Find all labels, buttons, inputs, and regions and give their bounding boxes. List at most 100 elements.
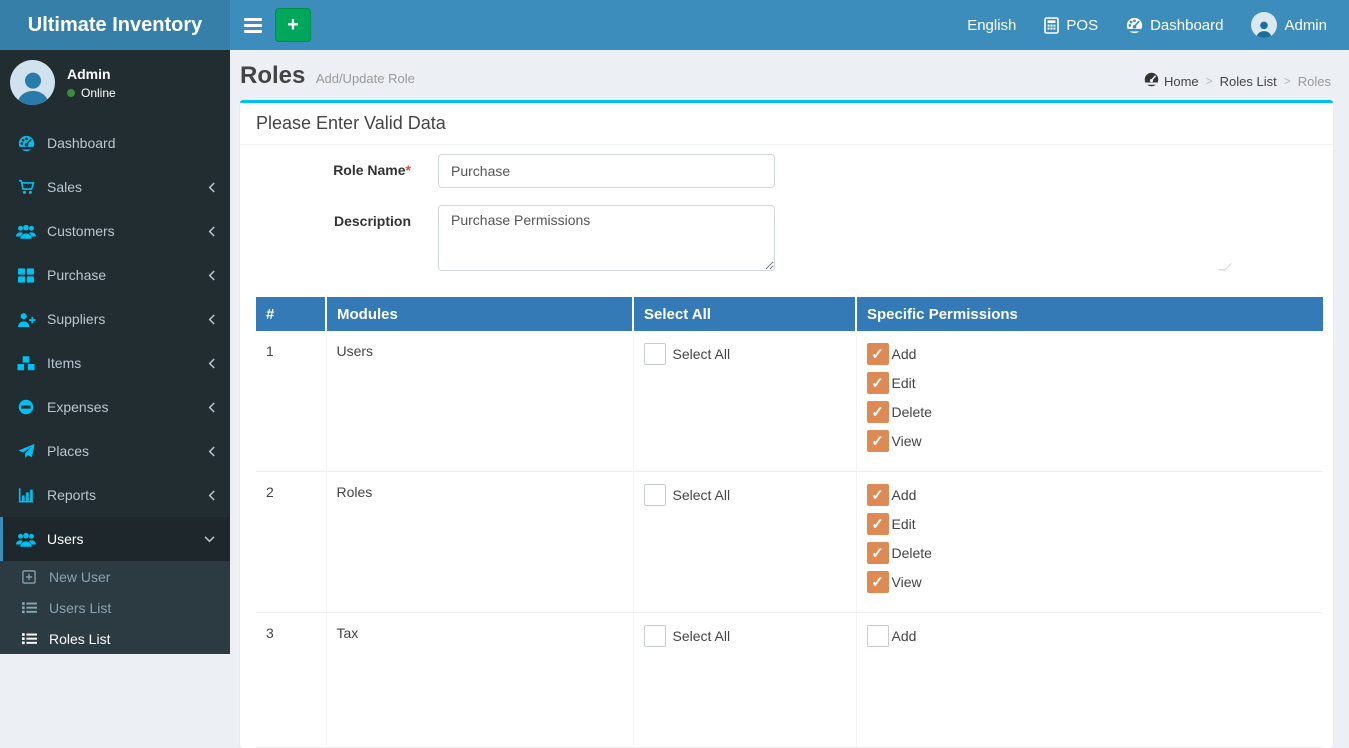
table-row: 3 Tax Select All Add (256, 612, 1323, 748)
language-menu[interactable]: English (953, 0, 1030, 50)
column-header-num: # (256, 297, 327, 331)
hamburger-icon (243, 17, 262, 21)
required-asterisk: * (405, 162, 411, 178)
permission-checkbox-add[interactable] (866, 625, 889, 647)
table-row: 1 Users Select All Add (256, 331, 1323, 472)
select-all-option: Select All (643, 484, 846, 506)
avatar (10, 60, 55, 105)
permission-option: View (866, 571, 1314, 593)
description-textarea[interactable]: Purchase Permissions (438, 205, 775, 271)
list-icon (22, 601, 40, 615)
select-all-checkbox[interactable] (643, 625, 666, 647)
permission-label: Add (891, 346, 917, 362)
app-logo[interactable]: Ultimate Inventory (0, 0, 230, 50)
list-icon (22, 632, 40, 646)
add-icon: + (287, 13, 299, 36)
plus-square-icon (22, 569, 40, 584)
roles-panel: Please Enter Valid Data Role Name* Descr… (240, 100, 1333, 748)
sidebar-item-expenses[interactable]: Expenses (0, 385, 230, 429)
permission-label: View (891, 433, 922, 449)
permission-option: Edit (866, 513, 1314, 535)
chevron-left-icon (207, 313, 216, 326)
content-header: Roles Add/Update Role Home > Roles List … (230, 50, 1349, 97)
permission-option: Add (866, 625, 1314, 647)
module-name: Roles (326, 471, 634, 613)
users-icon (15, 223, 37, 239)
sidebar-item-new-user[interactable]: New User (0, 561, 230, 592)
sidebar-item-label: Dashboard (47, 135, 116, 151)
permission-checkbox-delete[interactable] (866, 401, 889, 423)
table-header-row: # Modules Select All Specific Permission… (256, 297, 1323, 331)
breadcrumb-current: Roles (1297, 73, 1331, 89)
permission-option: Add (866, 343, 1314, 365)
sidebar-item-places[interactable]: Places (0, 429, 230, 473)
sidebar-item-suppliers[interactable]: Suppliers (0, 297, 230, 341)
sidebar-item-roles-list[interactable]: Roles List (0, 623, 230, 654)
breadcrumb-separator: > (1205, 74, 1213, 88)
sidebar-user-panel: Admin Online (0, 50, 230, 115)
chevron-left-icon (207, 445, 216, 458)
chevron-down-icon (203, 535, 216, 544)
dashboard-icon (1126, 17, 1143, 34)
sidebar-item-sales[interactable]: Sales (0, 165, 230, 209)
permission-option: View (866, 430, 1314, 452)
online-dot-icon (67, 88, 75, 97)
role-name-input[interactable] (438, 154, 775, 188)
permission-checkbox-add[interactable] (866, 484, 889, 506)
user-menu[interactable]: Admin (1237, 0, 1341, 50)
users-icon (15, 531, 37, 547)
permission-checkbox-add[interactable] (866, 343, 889, 365)
bar-chart-icon (15, 487, 37, 503)
chevron-left-icon (207, 489, 216, 502)
sidebar-item-label: Purchase (47, 267, 107, 283)
user-plus-icon (15, 311, 37, 327)
permission-checkbox-delete[interactable] (866, 542, 889, 564)
sidebar-user-status[interactable]: Online (67, 86, 116, 100)
permission-label: View (891, 574, 922, 590)
breadcrumb-roles-list[interactable]: Roles List (1220, 74, 1277, 89)
permission-checkbox-edit[interactable] (866, 513, 889, 535)
sidebar-item-users[interactable]: Users (0, 517, 230, 561)
chevron-left-icon (207, 357, 216, 370)
select-all-checkbox[interactable] (643, 484, 666, 506)
sidebar-item-label: Suppliers (47, 311, 106, 327)
select-all-checkbox[interactable] (643, 343, 666, 365)
sidebar-item-purchase[interactable]: Purchase (0, 253, 230, 297)
sidebar-item-users-list[interactable]: Users List (0, 592, 230, 623)
quick-add-button[interactable]: + (275, 8, 311, 42)
description-row: Description Purchase Permissions (240, 205, 1333, 276)
dashboard-icon (15, 135, 37, 151)
dashboard-icon (1144, 72, 1159, 90)
permission-checkbox-view[interactable] (866, 430, 889, 452)
submenu-item-label: New User (49, 568, 111, 585)
sidebar-user-name: Admin (67, 65, 111, 82)
role-name-label: Role Name* (333, 162, 411, 178)
sidebar-item-label: Items (47, 355, 82, 371)
grid-icon (15, 267, 37, 283)
column-header-specific-permissions: Specific Permissions (856, 297, 1323, 331)
user-label: Admin (1284, 16, 1327, 34)
sidebar-item-dashboard[interactable]: Dashboard (0, 121, 230, 165)
sidebar-item-customers[interactable]: Customers (0, 209, 230, 253)
navbar: + English POS Dashboard Admin (230, 0, 1349, 50)
permission-option: Delete (866, 542, 1314, 564)
permission-checkbox-view[interactable] (866, 571, 889, 593)
description-label: Description (333, 213, 411, 229)
cart-icon (15, 179, 37, 195)
dashboard-link[interactable]: Dashboard (1112, 0, 1237, 50)
permission-label: Delete (891, 545, 932, 561)
sidebar-item-items[interactable]: Items (0, 341, 230, 385)
breadcrumb-home[interactable]: Home (1144, 72, 1199, 90)
sidebar-item-label: Sales (47, 179, 83, 195)
permission-checkbox-edit[interactable] (866, 372, 889, 394)
role-name-row: Role Name* (240, 154, 1333, 188)
sidebar-item-reports[interactable]: Reports (0, 473, 230, 517)
sidebar-toggle-button[interactable] (230, 0, 275, 50)
permission-option: Add (866, 484, 1314, 506)
sidebar-menu: Dashboard Sales Customers Purchase Suppl… (0, 121, 230, 561)
row-number: 3 (256, 612, 327, 748)
table-row: 2 Roles Select All Add (256, 471, 1323, 613)
minus-circle-icon (15, 399, 37, 415)
pos-link[interactable]: POS (1030, 0, 1112, 50)
column-header-modules: Modules (326, 297, 634, 331)
